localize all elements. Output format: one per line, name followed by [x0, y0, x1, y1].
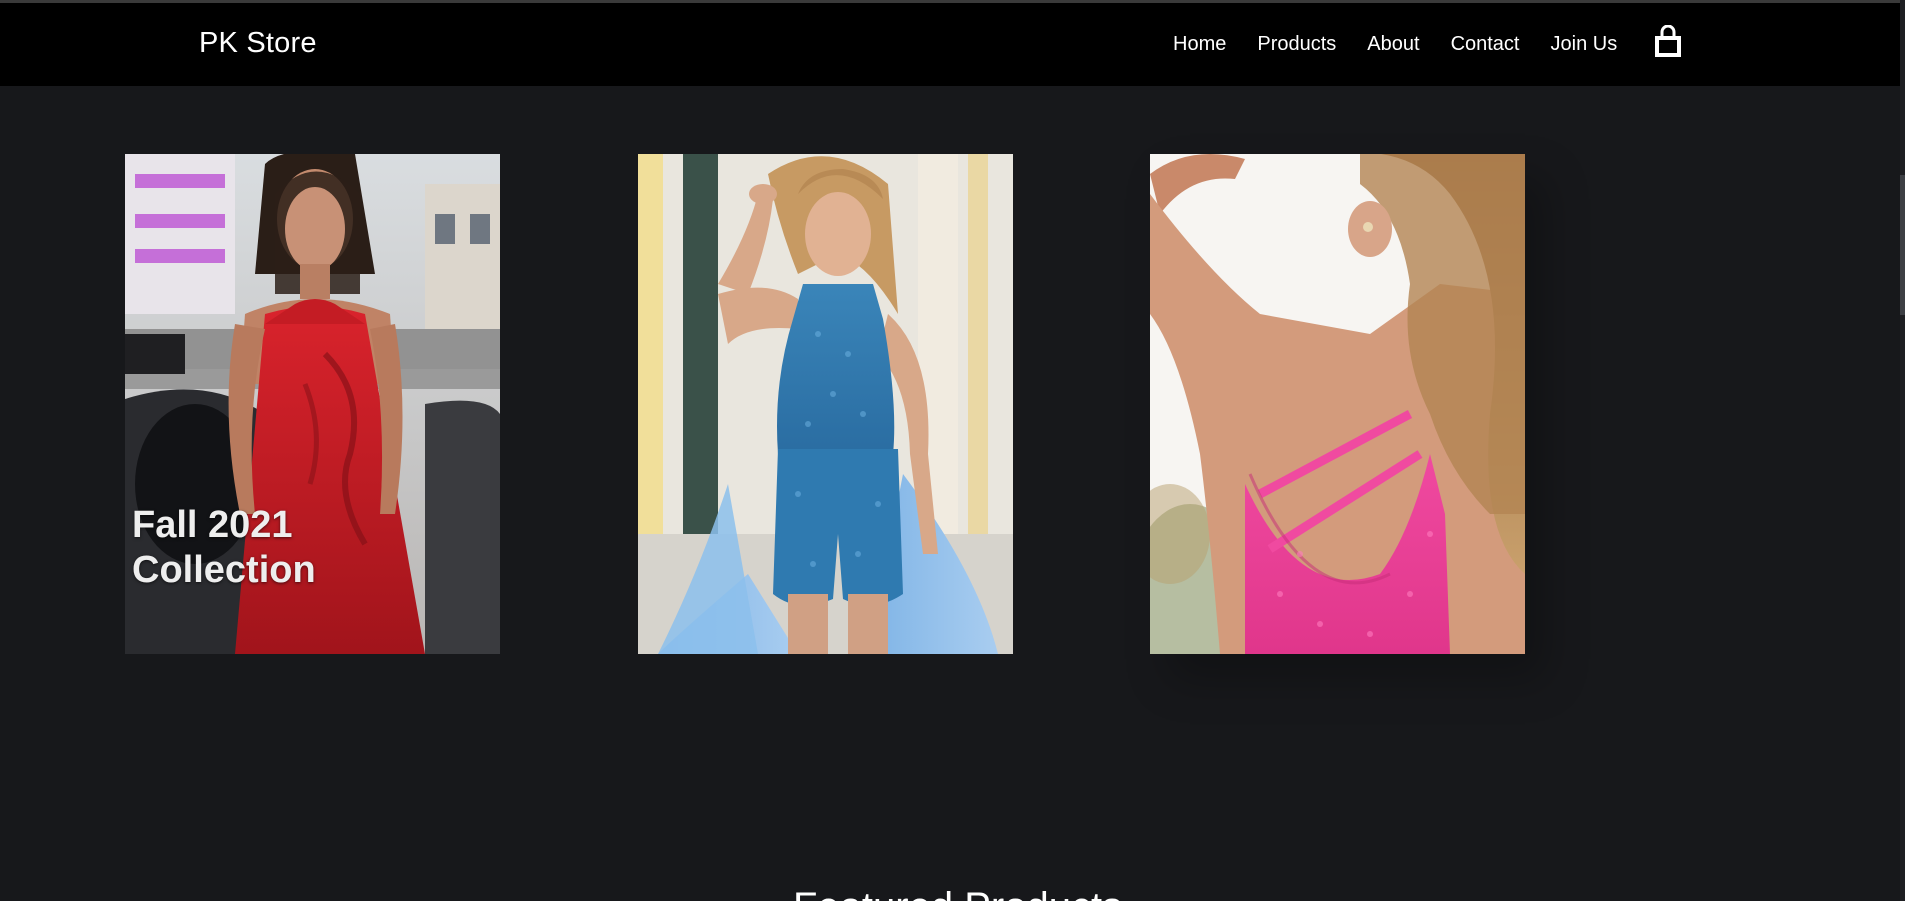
brand-logo[interactable]: PK Store: [199, 27, 317, 60]
main-nav: Home Products About Contact Join Us: [1173, 33, 1648, 56]
nav-join-us[interactable]: Join Us: [1551, 33, 1618, 56]
blue-sequin-photo: [638, 154, 1013, 654]
nav-products[interactable]: Products: [1257, 33, 1336, 56]
pink-sequin-photo: [1150, 154, 1525, 654]
collection-caption: Fall 2021 Collection: [132, 503, 432, 593]
collection-card-1[interactable]: Fall 2021 Collection: [125, 154, 500, 654]
navbar: PK Store Home Products About Contact Joi…: [0, 3, 1900, 86]
nav-home[interactable]: Home: [1173, 33, 1226, 56]
collection-card-3[interactable]: [1150, 154, 1525, 654]
page-scrollbar[interactable]: [1900, 0, 1905, 901]
shopping-bag-icon[interactable]: [1653, 24, 1683, 59]
featured-products-heading: Featured Products: [793, 885, 1122, 901]
nav-contact[interactable]: Contact: [1451, 33, 1520, 56]
scrollbar-thumb[interactable]: [1900, 175, 1905, 315]
nav-about[interactable]: About: [1367, 33, 1419, 56]
caption-line-1: Fall 2021: [132, 504, 293, 546]
caption-line-2: Collection: [132, 549, 316, 591]
collection-card-2[interactable]: [638, 154, 1013, 654]
